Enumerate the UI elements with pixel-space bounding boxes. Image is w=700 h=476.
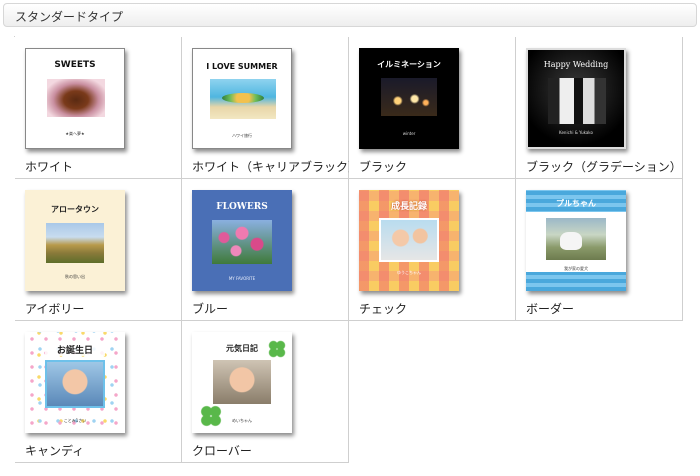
cover-photo (213, 360, 271, 404)
clover-icon (268, 340, 286, 358)
option-label: アイボリー (25, 302, 85, 316)
cover-photo (379, 218, 439, 262)
cover-photo (45, 360, 105, 408)
cover-caption: 我が家の愛犬 (564, 266, 588, 271)
cover-caption: MY FAVORITE (228, 276, 256, 281)
option-label: ホワイト（キャリアブラック） (192, 160, 361, 174)
cover-title: SWEETS (54, 60, 96, 70)
cover-photo (212, 220, 272, 264)
option-label: ブラック（グラデーション） (526, 160, 682, 174)
cover-option-check[interactable]: 成長記録 ゆうこちゃん チェック (349, 179, 516, 321)
cover-thumbnail[interactable]: お誕生日 ことみ1さい (25, 332, 125, 433)
cover-title: イルミネーション (377, 60, 441, 69)
cover-photo (381, 78, 437, 116)
cover-option-candy[interactable]: お誕生日 ことみ1さい キャンディ (15, 321, 182, 463)
cover-caption: ★楽へ夢★ (65, 131, 85, 136)
cover-thumbnail[interactable]: 成長記録 ゆうこちゃん (359, 190, 459, 291)
option-label: ブラック (359, 160, 408, 174)
cover-title: I LOVE SUMMER (206, 62, 278, 71)
cover-option-ivory[interactable]: アロータウン 秋の思い出 アイボリー (15, 179, 182, 321)
section-header: スタンダードタイプ (3, 3, 697, 27)
cover-thumbnail[interactable]: I LOVE SUMMER ハワイ旅行 (192, 48, 292, 149)
cover-title: プルちゃん (556, 199, 596, 208)
cover-title: お誕生日 (45, 343, 105, 356)
cover-caption: ゆうこちゃん (397, 270, 421, 275)
cover-option-black[interactable]: イルミネーション winter ブラック (349, 37, 516, 179)
cover-photo (47, 79, 105, 117)
cover-option-border[interactable]: プルちゃん 我が家の愛犬 ボーダー (516, 179, 683, 321)
cover-thumbnail[interactable]: Happy Wedding Kenichi & Yukako (526, 48, 626, 149)
cover-caption: めいちゃん (232, 418, 252, 423)
cover-caption: ハワイ旅行 (232, 133, 252, 138)
option-label: チェック (359, 302, 408, 316)
cover-caption: Kenichi & Yukako (559, 130, 593, 135)
cover-photo (546, 218, 606, 260)
cover-photo (46, 223, 104, 263)
cover-caption: winter (402, 131, 416, 136)
cover-caption: ことみ1さい (63, 418, 87, 423)
section-title: スタンダードタイプ (15, 10, 124, 24)
cover-title: アロータウン (51, 205, 99, 214)
cover-title: Happy Wedding (543, 60, 609, 69)
cover-photo (210, 79, 276, 119)
cover-caption: 秋の思い出 (65, 274, 85, 279)
option-label: ブルー (192, 302, 229, 316)
cover-option-white[interactable]: SWEETS ★楽へ夢★ ホワイト (15, 37, 182, 179)
cover-thumbnail[interactable]: イルミネーション winter (359, 48, 459, 149)
cover-thumbnail[interactable]: SWEETS ★楽へ夢★ (25, 48, 125, 149)
cover-option-black-gradation[interactable]: Happy Wedding Kenichi & Yukako ブラック（グラデー… (516, 37, 683, 179)
cover-thumbnail[interactable]: アロータウン 秋の思い出 (25, 190, 125, 291)
cover-option-white-carrier-black[interactable]: I LOVE SUMMER ハワイ旅行 ホワイト（キャリアブラック） (182, 37, 360, 179)
cover-thumbnail[interactable]: プルちゃん 我が家の愛犬 (526, 190, 626, 291)
cover-thumbnail[interactable]: 元気日記 めいちゃん (192, 332, 292, 433)
option-label: ホワイト (25, 160, 74, 174)
option-label: ボーダー (526, 302, 575, 316)
cover-type-grid: SWEETS ★楽へ夢★ ホワイト I LOVE SUMMER ハワイ旅行 ホワ… (14, 36, 683, 463)
cover-photo (548, 78, 606, 124)
cover-option-blue[interactable]: FLOWERS MY FAVORITE ブルー (182, 179, 349, 321)
option-label: キャンディ (25, 444, 85, 458)
cover-option-clover[interactable]: 元気日記 めいちゃん クローバー (182, 321, 349, 463)
cover-thumbnail[interactable]: FLOWERS MY FAVORITE (192, 190, 292, 291)
option-label: クローバー (192, 444, 252, 458)
cover-title: FLOWERS (216, 202, 268, 212)
cover-title: 成長記録 (390, 202, 427, 212)
